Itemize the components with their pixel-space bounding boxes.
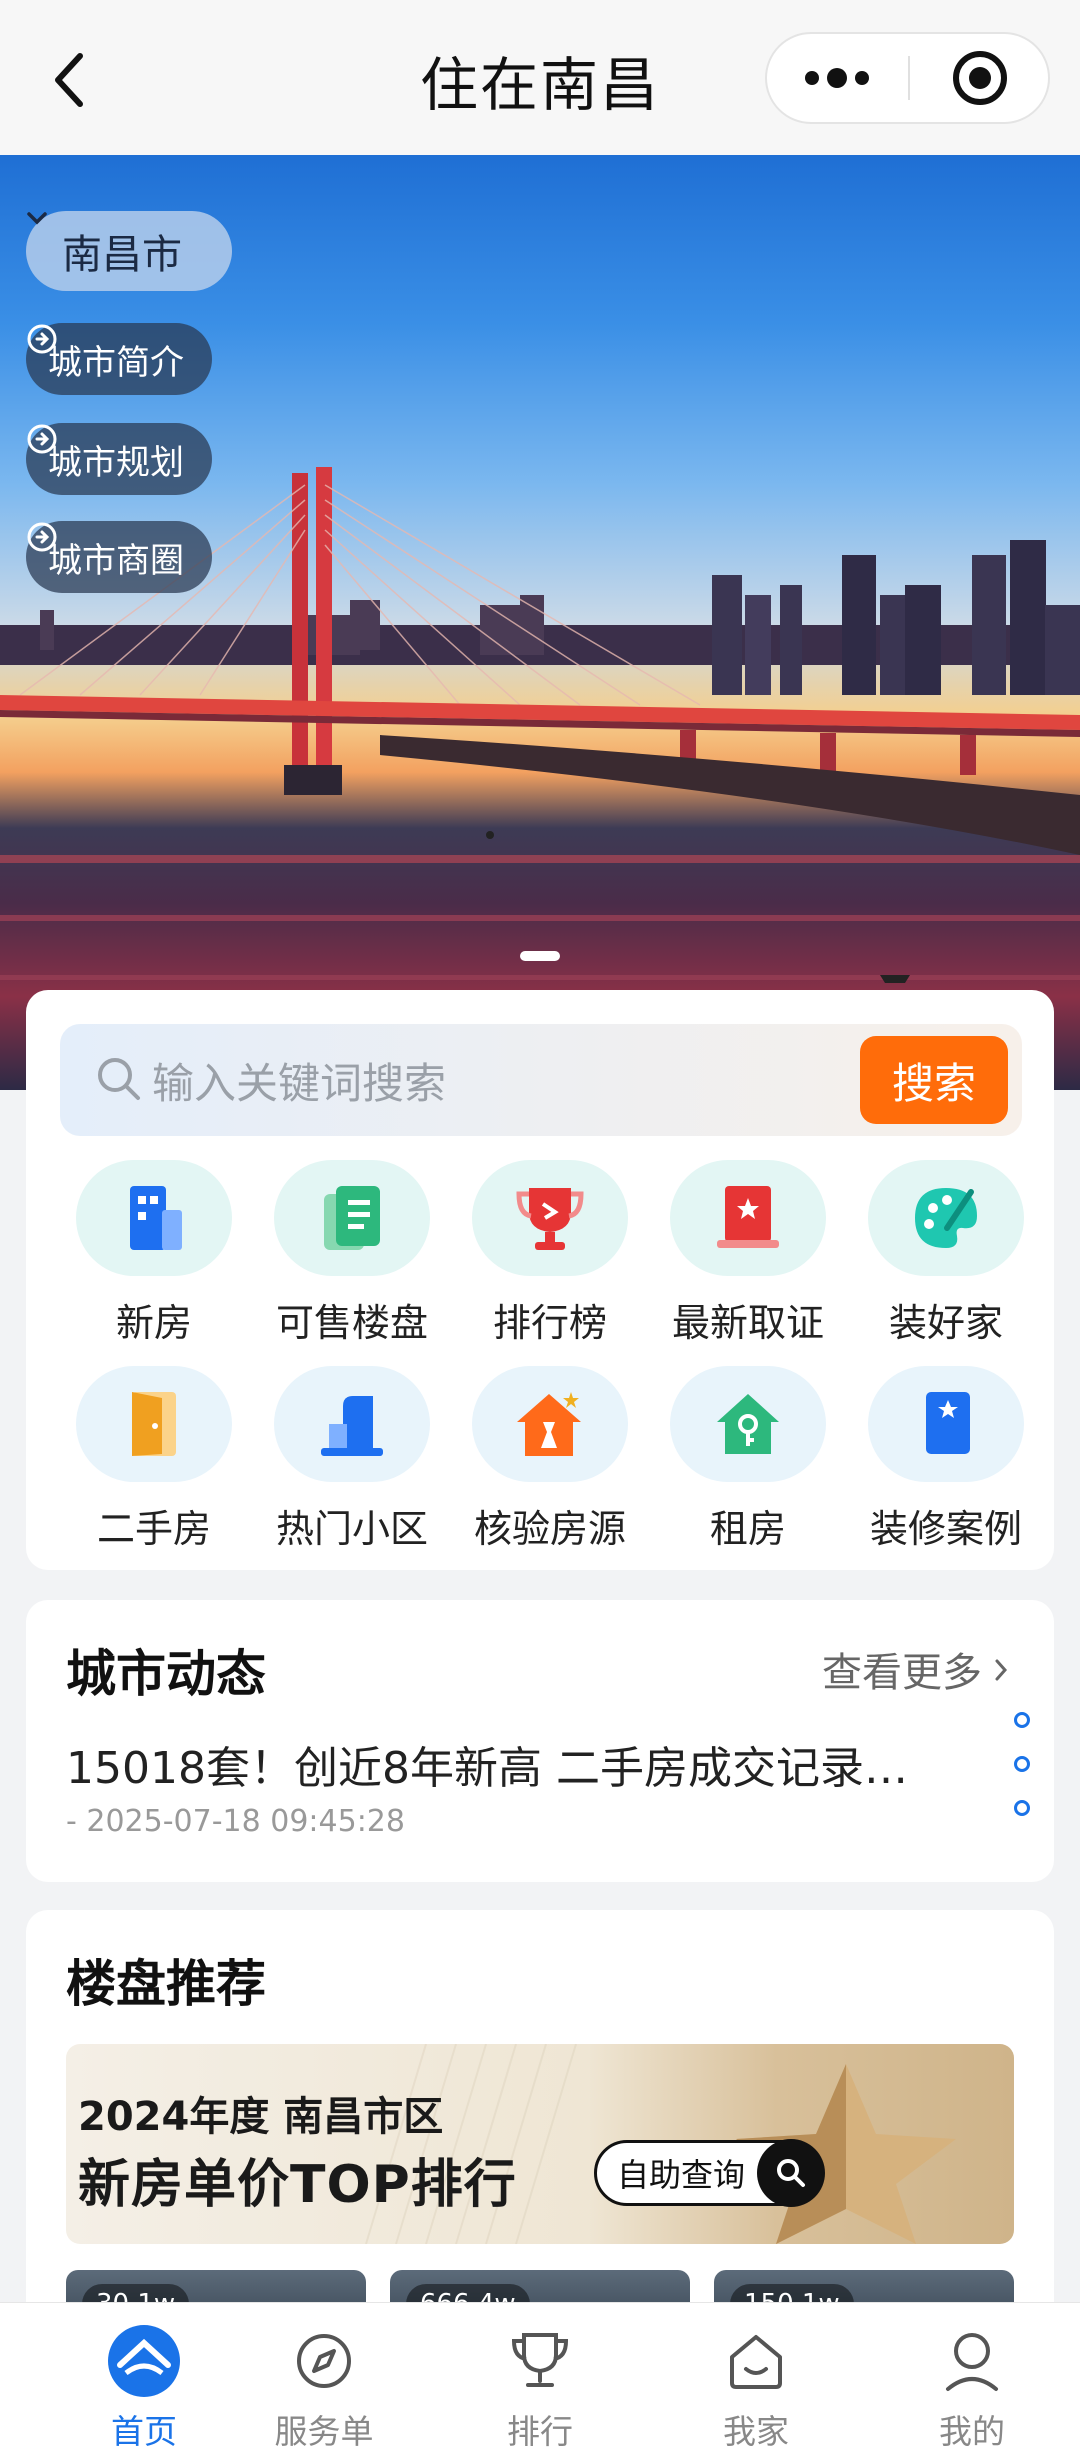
category-label: 最新取证 [671, 1301, 824, 1345]
case-book-icon [868, 1366, 1024, 1482]
category-decoration-cases[interactable]: 装修案例 [832, 1366, 1030, 1556]
tab-home[interactable]: 首页 [64, 2321, 224, 2451]
palette-icon [868, 1160, 1024, 1276]
category-hot-communities[interactable]: 热门小区 [238, 1366, 436, 1556]
bottom-tab-bar: 首页 服务单 排行 我家 我的 [0, 2302, 1080, 2452]
category-decoration[interactable]: 装好家 [832, 1160, 1030, 1350]
main-card: 输入关键词搜索 搜索 新房 可售楼盘 排行榜 最新取证 装好家 二手房 热门小区… [26, 990, 1054, 1570]
category-label: 核验房源 [473, 1507, 626, 1551]
news-headline[interactable]: 15018套！创近8年新高 二手房成交记录… [66, 1732, 986, 1796]
tab-label: 我的 [939, 2412, 1005, 2451]
hero-banner[interactable]: 南昌市 城市简介 城市规划 城市商圈 [0, 155, 1080, 1090]
tab-label: 我家 [723, 2412, 789, 2451]
category-available-projects[interactable]: 可售楼盘 [238, 1160, 436, 1350]
section-title: 楼盘推荐 [66, 1955, 266, 2013]
category-new-house[interactable]: 新房 [40, 1160, 238, 1350]
verified-house-icon [472, 1366, 628, 1482]
tab-profile[interactable]: 我的 [892, 2321, 1052, 2451]
chevron-right-icon [994, 1646, 1008, 1692]
search-input[interactable]: 输入关键词搜索 [152, 1050, 446, 1111]
search-button[interactable]: 搜索 [860, 1036, 1008, 1124]
more-dots-icon[interactable] [767, 34, 907, 122]
category-latest-permits[interactable]: 最新取证 [634, 1160, 832, 1350]
city-planning-label: 城市规划 [48, 442, 184, 483]
door-icon [76, 1366, 232, 1482]
user-icon [932, 2321, 1012, 2401]
banner-title: 新房单价TOP排行 [78, 2155, 517, 2215]
category-ranking[interactable]: 排行榜 [436, 1160, 634, 1350]
home-icon [104, 2321, 184, 2401]
category-label: 可售楼盘 [275, 1301, 428, 1345]
city-planning-link[interactable]: 城市规划 [26, 423, 212, 495]
city-intro-link[interactable]: 城市简介 [26, 323, 212, 395]
carousel-indicator [520, 951, 560, 961]
house-key-icon [670, 1366, 826, 1482]
trophy-icon [472, 1160, 628, 1276]
city-selector[interactable]: 南昌市 [26, 211, 232, 291]
tab-label: 首页 [111, 2412, 177, 2451]
tab-service-orders[interactable]: 服务单 [244, 2321, 404, 2451]
search-icon [94, 1054, 144, 1108]
house-smile-icon [716, 2321, 796, 2401]
tab-label: 排行 [507, 2412, 573, 2451]
nav-bar: 住在南昌 [0, 0, 1080, 155]
tab-my-home[interactable]: 我家 [676, 2321, 836, 2451]
banner-subtitle: 2024年度 南昌市区 [78, 2094, 444, 2140]
trophy-icon [500, 2321, 580, 2401]
city-business-label: 城市商圈 [48, 540, 184, 581]
news-pagination [1012, 1712, 1032, 1832]
project-recommend-card: 楼盘推荐 2024年度 南昌市区 新房单价TOP排行 自助查询 30.1w 66… [26, 1910, 1054, 2310]
search-icon [757, 2139, 825, 2207]
community-icon [274, 1366, 430, 1482]
city-skyline-image [0, 467, 1080, 983]
tab-ranking[interactable]: 排行 [460, 2321, 620, 2451]
category-rental[interactable]: 租房 [634, 1366, 832, 1556]
mini-program-capsule [765, 32, 1050, 124]
close-target-icon[interactable] [910, 34, 1050, 122]
category-label: 新房 [115, 1301, 192, 1345]
category-label: 排行榜 [492, 1301, 607, 1345]
view-more-label: 查看更多 [822, 1650, 982, 1696]
category-label: 热门小区 [275, 1507, 428, 1551]
city-business-link[interactable]: 城市商圈 [26, 521, 212, 593]
city-name: 南昌市 [62, 232, 182, 278]
compass-icon [284, 2321, 364, 2401]
pagination-dot [1014, 1800, 1030, 1816]
category-label: 装好家 [888, 1301, 1003, 1345]
building-icon [76, 1160, 232, 1276]
self-query-button[interactable]: 自助查询 [594, 2139, 825, 2207]
pagination-dot [1014, 1712, 1030, 1728]
city-intro-label: 城市简介 [48, 342, 184, 383]
category-label: 装修案例 [869, 1507, 1022, 1551]
category-verified-listings[interactable]: 核验房源 [436, 1366, 634, 1556]
category-second-hand[interactable]: 二手房 [40, 1366, 238, 1556]
document-list-icon [274, 1160, 430, 1276]
category-label: 二手房 [96, 1507, 211, 1551]
search-bar[interactable]: 输入关键词搜索 搜索 [60, 1024, 1022, 1136]
pagination-dot [1014, 1756, 1030, 1772]
tab-label: 服务单 [274, 2412, 374, 2451]
ranking-banner[interactable]: 2024年度 南昌市区 新房单价TOP排行 自助查询 [66, 2044, 1014, 2244]
category-label: 租房 [709, 1507, 786, 1551]
view-more-link[interactable]: 查看更多 [822, 1640, 1008, 1698]
self-query-label: 自助查询 [617, 2156, 746, 2194]
city-news-card: 城市动态 查看更多 15018套！创近8年新高 二手房成交记录… - 2025-… [26, 1600, 1054, 1882]
section-title: 城市动态 [66, 1645, 266, 1703]
certificate-icon [670, 1160, 826, 1276]
news-timestamp: - 2025-07-18 09:45:28 [66, 1804, 405, 1839]
